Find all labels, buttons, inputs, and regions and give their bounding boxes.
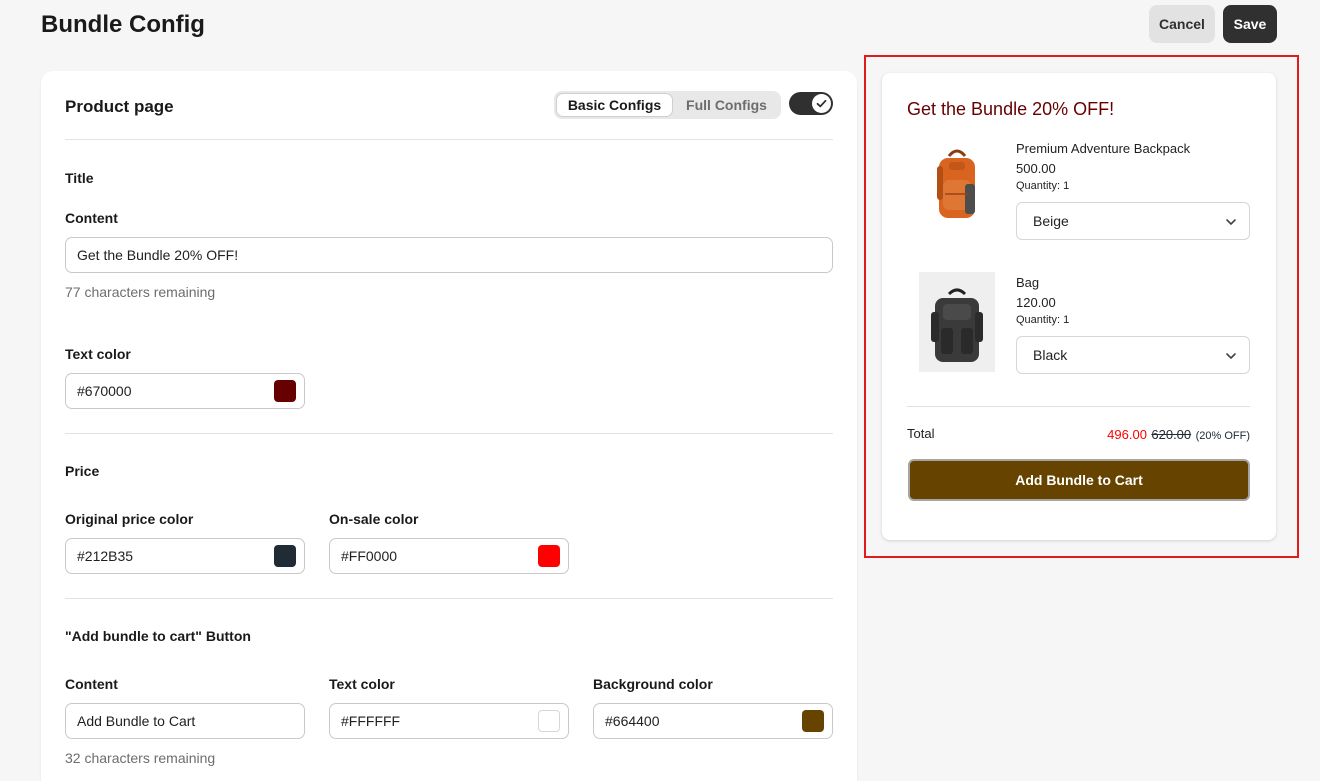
product-price-2: 120.00	[1016, 295, 1056, 310]
button-content-label: Content	[65, 676, 118, 692]
button-bg-color-label: Background color	[593, 676, 713, 692]
product-quantity-1: Quantity: 1	[1016, 180, 1070, 192]
divider	[65, 433, 833, 434]
tab-full-configs[interactable]: Full Configs	[674, 93, 779, 117]
variant-value-2: Black	[1033, 347, 1068, 363]
button-text-color-input[interactable]: #FFFFFF	[329, 703, 569, 739]
title-content-label: Content	[65, 210, 118, 226]
black-backpack-image	[919, 272, 995, 372]
product-quantity-2: Quantity: 1	[1016, 314, 1070, 326]
config-mode-segmented: Basic Configs Full Configs	[554, 91, 781, 119]
toggle-knob	[812, 94, 831, 113]
variant-select-2[interactable]: Black	[1016, 336, 1250, 374]
sale-color-label: On-sale color	[329, 511, 419, 527]
discount-text: (20% OFF)	[1195, 430, 1250, 442]
button-text-color-value: #FFFFFF	[341, 713, 401, 729]
product-name-2: Bag	[1016, 275, 1040, 290]
config-card: Product page Basic Configs Full Configs …	[41, 71, 857, 781]
orange-backpack-image	[919, 138, 995, 238]
title-chars-remaining: 77 characters remaining	[65, 284, 216, 300]
button-content-input[interactable]: Add Bundle to Cart	[65, 703, 305, 739]
page-title: Bundle Config	[41, 11, 205, 38]
button-heading: "Add bundle to cart" Button	[65, 628, 251, 644]
section-title: Product page	[65, 97, 174, 116]
check-icon	[816, 99, 827, 108]
price-heading: Price	[65, 463, 100, 479]
chevron-down-icon	[1226, 219, 1236, 225]
save-button[interactable]: Save	[1223, 5, 1277, 43]
sale-color-swatch[interactable]	[538, 545, 560, 567]
original-price-color-value: #212B35	[77, 548, 134, 564]
sale-color-value: #FF0000	[341, 548, 398, 564]
enable-toggle[interactable]	[789, 92, 833, 115]
original-price-color-swatch[interactable]	[274, 545, 296, 567]
button-bg-color-input[interactable]: #664400	[593, 703, 833, 739]
original-price-color-input[interactable]: #212B35	[65, 538, 305, 574]
preview-title: Get the Bundle 20% OFF!	[907, 99, 1115, 119]
title-text-color-input[interactable]: #670000	[65, 373, 305, 409]
product-name-1: Premium Adventure Backpack	[1016, 141, 1191, 156]
title-color-swatch[interactable]	[274, 380, 296, 402]
divider	[65, 598, 833, 599]
title-text-color-label: Text color	[65, 346, 131, 362]
button-text-color-swatch[interactable]	[538, 710, 560, 732]
original-total: 620.00	[1151, 427, 1192, 442]
button-bg-color-swatch[interactable]	[802, 710, 824, 732]
button-bg-color-value: #664400	[605, 713, 660, 729]
variant-select-1[interactable]: Beige	[1016, 202, 1250, 240]
sale-total: 496.00	[1107, 427, 1147, 442]
bundle-preview-card: Get the Bundle 20% OFF! Premium Adventur…	[882, 73, 1276, 540]
total-price-group: 496.00 620.00 (20% OFF)	[1107, 426, 1250, 444]
title-content-input[interactable]: Get the Bundle 20% OFF!	[65, 237, 833, 273]
sale-color-input[interactable]: #FF0000	[329, 538, 569, 574]
title-text-color-value: #670000	[77, 383, 132, 399]
variant-value-1: Beige	[1033, 213, 1069, 229]
title-heading: Title	[65, 170, 94, 186]
preview-divider	[907, 406, 1250, 407]
total-label: Total	[907, 426, 935, 441]
product-price-1: 500.00	[1016, 161, 1056, 176]
button-text-color-label: Text color	[329, 676, 395, 692]
tab-basic-configs[interactable]: Basic Configs	[556, 93, 673, 117]
chevron-down-icon	[1226, 353, 1236, 359]
button-chars-remaining: 32 characters remaining	[65, 750, 216, 766]
add-bundle-to-cart-button[interactable]: Add Bundle to Cart	[908, 459, 1250, 501]
divider	[65, 139, 833, 140]
cancel-button[interactable]: Cancel	[1149, 5, 1215, 43]
original-price-color-label: Original price color	[65, 511, 194, 527]
